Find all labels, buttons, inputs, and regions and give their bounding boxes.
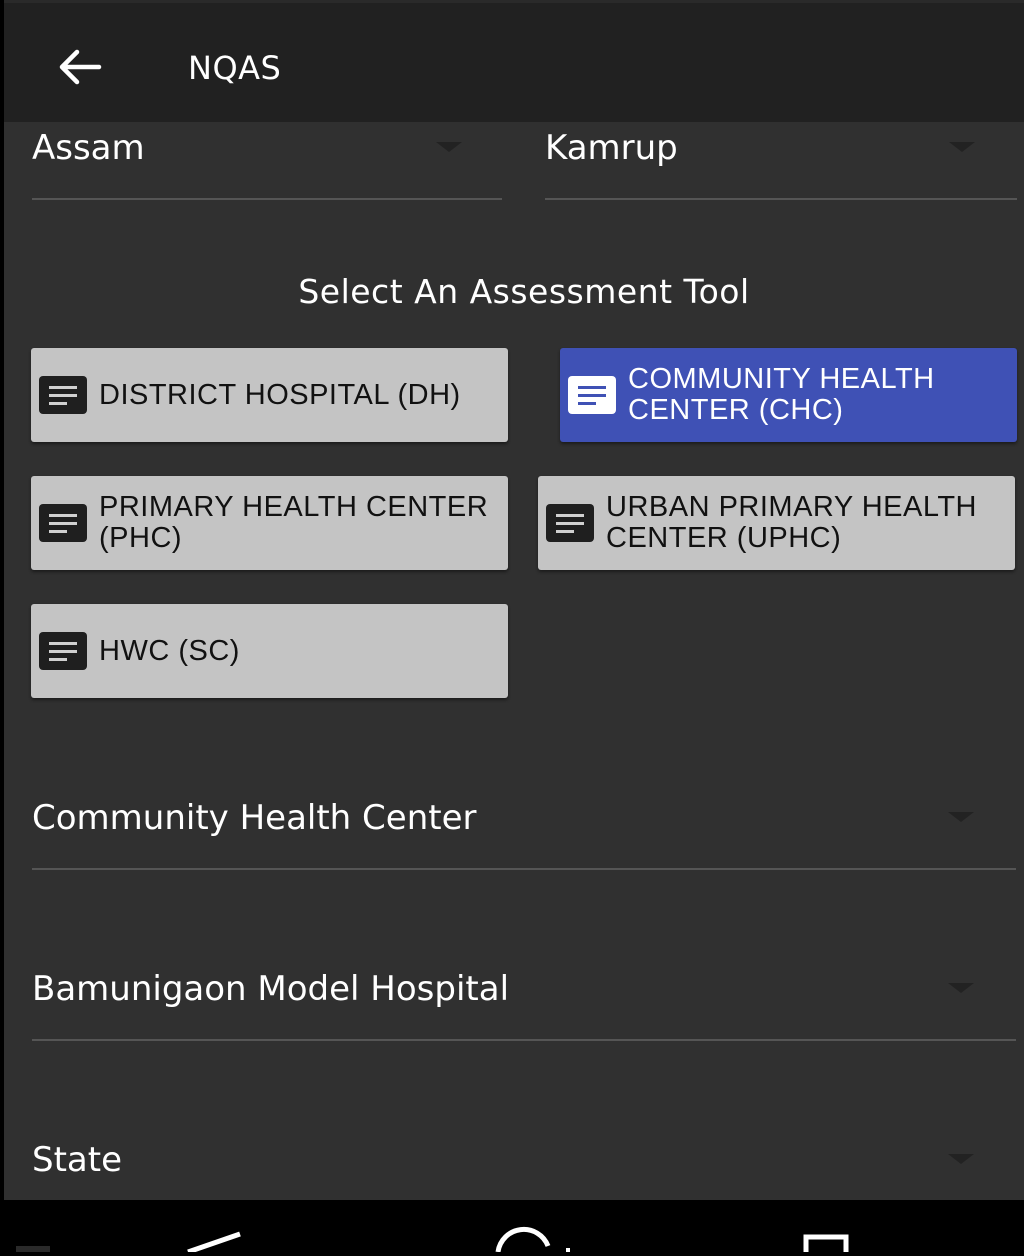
document-list-icon xyxy=(546,504,594,542)
caret-down-icon xyxy=(436,142,462,152)
document-list-icon xyxy=(39,632,87,670)
arrow-back-icon xyxy=(59,49,102,85)
nav-home-icon[interactable] xyxy=(495,1226,551,1253)
state-spinner-value: Assam xyxy=(32,128,145,168)
document-list-icon xyxy=(39,504,87,542)
tool-button-phc[interactable]: PRIMARY HEALTH CENTER (PHC) xyxy=(31,476,508,570)
district-spinner-value: Kamrup xyxy=(545,128,678,168)
nav-edge-mark xyxy=(16,1246,50,1252)
caret-down-icon xyxy=(948,1154,974,1164)
screen: NQAS Assam Kamrup Select An Assessment T… xyxy=(4,0,1024,1200)
facility-type-spinner[interactable]: Community Health Center xyxy=(32,790,1016,870)
document-list-icon xyxy=(568,376,616,414)
tool-button-uphc[interactable]: URBAN PRIMARY HEALTH CENTER (UPHC) xyxy=(538,476,1015,570)
caret-down-icon xyxy=(948,812,974,822)
tool-button-label: HWC (SC) xyxy=(99,634,240,667)
nav-dot xyxy=(566,1248,570,1252)
state-select-spinner-value: State xyxy=(32,1140,122,1180)
facility-type-spinner-value: Community Health Center xyxy=(32,798,477,838)
facility-spinner-value: Bamunigaon Model Hospital xyxy=(32,969,510,1009)
district-spinner[interactable]: Kamrup xyxy=(545,120,1017,200)
document-list-icon xyxy=(39,376,87,414)
nav-recents-icon[interactable] xyxy=(803,1234,849,1252)
app-bar: NQAS xyxy=(4,0,1024,122)
nav-buttons xyxy=(16,1226,849,1255)
back-button[interactable] xyxy=(48,39,110,95)
tool-button-label: PRIMARY HEALTH CENTER (PHC) xyxy=(99,491,489,554)
caret-down-icon xyxy=(948,983,974,993)
tool-button-label: URBAN PRIMARY HEALTH CENTER (UPHC) xyxy=(606,491,977,554)
section-title: Select An Assessment Tool xyxy=(298,272,750,311)
nav-back-icon[interactable] xyxy=(187,1231,241,1255)
caret-down-icon xyxy=(949,142,975,152)
state-select-spinner[interactable]: State xyxy=(32,1132,1016,1200)
system-nav-bar xyxy=(0,1200,1024,1255)
app-title: NQAS xyxy=(188,49,282,87)
tool-button-chc[interactable]: COMMUNITY HEALTH CENTER (CHC) xyxy=(560,348,1017,442)
tool-button-label: COMMUNITY HEALTH CENTER (CHC) xyxy=(628,363,935,426)
tool-button-label: DISTRICT HOSPITAL (DH) xyxy=(99,378,461,411)
state-spinner[interactable]: Assam xyxy=(32,120,502,200)
tool-button-dh[interactable]: DISTRICT HOSPITAL (DH) xyxy=(31,348,508,442)
tool-button-hwc[interactable]: HWC (SC) xyxy=(31,604,508,698)
facility-spinner[interactable]: Bamunigaon Model Hospital xyxy=(32,961,1016,1041)
